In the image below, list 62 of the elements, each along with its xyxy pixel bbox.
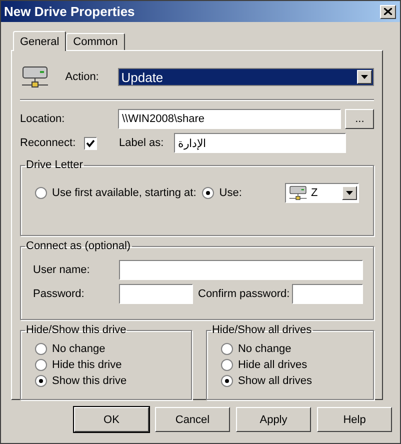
radio-label: Show this drive [52, 375, 127, 387]
confirm-password-label: Confirm password: [197, 288, 291, 300]
radio-option[interactable]: Use first available, starting at: [35, 185, 196, 201]
radio-label: Hide this drive [52, 359, 122, 371]
caret-icon [346, 191, 353, 195]
tab[interactable]: General [13, 31, 66, 51]
radio-button[interactable] [220, 375, 233, 387]
check-icon [86, 138, 95, 148]
radio-label: Use first available, starting at: [52, 187, 196, 199]
tab[interactable]: Common [66, 33, 125, 50]
dialog-button[interactable]: Cancel [155, 407, 230, 432]
radio-button[interactable] [220, 343, 233, 355]
group-title: Hide/Show this drive [25, 324, 128, 336]
radio-button[interactable] [35, 187, 47, 199]
radio-label: No change [52, 343, 106, 355]
user-name-field[interactable] [119, 260, 363, 280]
radio-label: No change [238, 343, 292, 355]
dialog-button[interactable]: OK [74, 407, 149, 432]
radio-option[interactable]: Show this drive [35, 373, 181, 389]
network-drive-icon [20, 65, 50, 89]
radio-button[interactable] [35, 359, 47, 371]
group-title: Connect as (optional) [25, 240, 132, 252]
action-label: Action: [65, 71, 100, 83]
location-label: Location: [20, 113, 66, 125]
close-button[interactable] [380, 4, 396, 18]
radio-option[interactable]: Hide this drive [35, 357, 181, 373]
password-field[interactable] [119, 284, 193, 304]
location-field[interactable]: \\WIN2008\share [118, 109, 342, 129]
radio-option[interactable]: No change [220, 341, 363, 357]
dialog-button[interactable]: Apply [236, 407, 311, 432]
radio-button[interactable] [220, 359, 233, 371]
browse-button[interactable]: ... [345, 109, 374, 129]
radio-label: Show all drives [238, 375, 312, 387]
password-label: Password: [33, 288, 86, 300]
drive-letter-dropdown[interactable]: Z [285, 183, 359, 203]
radio-option[interactable]: Use: [202, 185, 242, 201]
label-as-field[interactable]: الإدارة [174, 133, 346, 153]
dialog-button[interactable]: Help [317, 407, 392, 432]
group-title: Drive Letter [25, 159, 84, 171]
confirm-password-field[interactable] [292, 284, 363, 304]
label-as-label: Label as: [119, 137, 165, 149]
reconnect-checkbox[interactable] [84, 136, 97, 150]
dropdown-button[interactable] [342, 186, 357, 200]
caret-icon [361, 75, 368, 79]
action-value: Update [121, 70, 164, 84]
action-dropdown[interactable]: Update [118, 68, 374, 86]
radio-option[interactable]: Hide all drives [220, 357, 363, 373]
radio-option[interactable]: Show all drives [220, 373, 363, 389]
drive-letter: Z [311, 187, 319, 199]
window-title: New Drive Properties [4, 4, 135, 19]
dropdown-button[interactable] [357, 70, 372, 84]
drive-icon [288, 185, 308, 201]
reconnect-label: Reconnect: [20, 137, 77, 149]
group-title: Hide/Show all drives [210, 324, 313, 336]
radio-option[interactable]: No change [35, 341, 181, 357]
radio-button[interactable] [35, 343, 47, 355]
radio-button[interactable] [202, 187, 214, 199]
radio-label: Use: [219, 187, 242, 199]
close-icon [384, 8, 392, 15]
user-name-label: User name: [33, 264, 91, 276]
radio-button[interactable] [35, 375, 47, 387]
radio-label: Hide all drives [238, 359, 308, 371]
